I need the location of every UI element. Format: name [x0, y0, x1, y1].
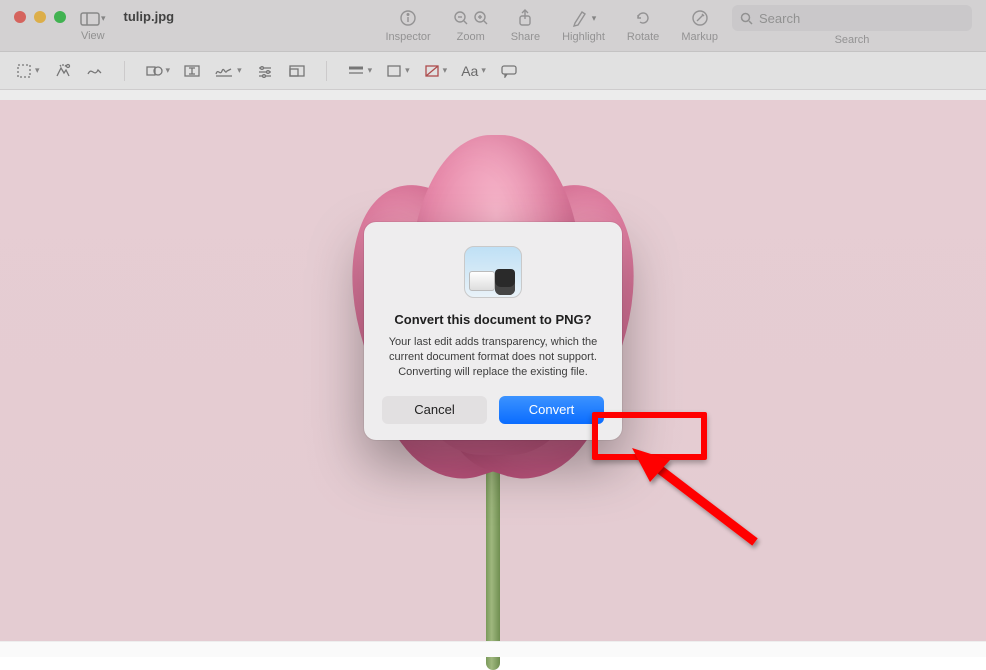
separator — [124, 61, 125, 81]
markup-icon — [691, 8, 709, 28]
close-window-button[interactable] — [14, 11, 26, 23]
convert-dialog: Convert this document to PNG? Your last … — [364, 222, 622, 440]
toolbar-cluster: Inspector Zoom Share ▾ Highlight Rot — [385, 8, 718, 43]
rotate-icon — [634, 8, 652, 28]
selection-tool[interactable]: ▾ — [16, 63, 40, 79]
chevron-down-icon: ▾ — [237, 65, 242, 76]
dialog-message: Your last edit adds transparency, which … — [382, 335, 604, 380]
text-tool[interactable] — [184, 64, 200, 78]
zoom-controls[interactable]: Zoom — [453, 8, 489, 43]
document-title: tulip.jpg — [124, 9, 175, 24]
instant-alpha-tool[interactable] — [54, 63, 72, 79]
fill-color-tool[interactable]: ▾ — [424, 64, 448, 78]
share-button[interactable]: Share — [511, 8, 540, 43]
shapes-tool[interactable]: ▾ — [145, 64, 171, 78]
markup-label: Markup — [681, 31, 718, 43]
highlight-icon: ▾ — [571, 8, 597, 28]
chevron-down-icon: ▾ — [166, 65, 171, 76]
view-menu[interactable]: ▾ View — [80, 10, 106, 42]
dialog-title: Convert this document to PNG? — [382, 312, 604, 327]
text-style-tool[interactable]: Aa▾ — [461, 63, 486, 79]
preview-app-icon — [464, 246, 522, 298]
view-menu-label: View — [81, 30, 105, 42]
fullscreen-window-button[interactable] — [54, 11, 66, 23]
chevron-down-icon: ▾ — [405, 65, 410, 76]
minimize-window-button[interactable] — [34, 11, 46, 23]
chevron-down-icon: ▾ — [481, 65, 486, 76]
bottom-scrollbar[interactable] — [0, 641, 986, 657]
border-color-tool[interactable]: ▾ — [386, 64, 410, 78]
markup-toolbar: ▾ ▾ ▾ ▾ ▾ ▾ — [0, 52, 986, 90]
inspector-label: Inspector — [385, 31, 430, 43]
rotate-button[interactable]: Rotate — [627, 8, 659, 43]
highlight-label: Highlight — [562, 31, 605, 43]
sign-tool[interactable]: ▾ — [214, 64, 242, 78]
chevron-down-icon: ▾ — [443, 65, 448, 76]
annotate-tool[interactable] — [500, 64, 518, 78]
chevron-down-icon: ▾ — [592, 13, 597, 24]
search-label: Search — [835, 34, 870, 46]
text-style-label: Aa — [461, 63, 478, 79]
shape-style-tool[interactable]: ▾ — [347, 65, 373, 77]
search-icon — [740, 12, 753, 25]
zoom-icons — [453, 8, 489, 28]
separator — [326, 61, 327, 81]
highlight-button[interactable]: ▾ Highlight — [562, 8, 605, 43]
chevron-down-icon: ▾ — [368, 65, 373, 76]
markup-button[interactable]: Markup — [681, 8, 718, 43]
sketch-tool[interactable] — [86, 64, 104, 78]
titlebar: ▾ View tulip.jpg Inspector Zoom Share — [0, 0, 986, 52]
rotate-label: Rotate — [627, 31, 659, 43]
sidebar-icon: ▾ — [80, 10, 106, 28]
info-icon — [399, 8, 417, 28]
adjust-size-tool[interactable] — [288, 64, 306, 78]
search-placeholder: Search — [759, 11, 800, 26]
chevron-down-icon: ▾ — [101, 13, 106, 24]
inspector-button[interactable]: Inspector — [385, 8, 430, 43]
share-icon — [517, 8, 533, 28]
adjust-color-tool[interactable] — [256, 64, 274, 78]
cancel-button[interactable]: Cancel — [382, 396, 487, 424]
convert-button[interactable]: Convert — [499, 396, 604, 424]
search-input[interactable]: Search — [732, 5, 972, 31]
chevron-down-icon: ▾ — [35, 65, 40, 76]
window-controls — [14, 11, 66, 23]
zoom-label: Zoom — [457, 31, 485, 43]
share-label: Share — [511, 31, 540, 43]
